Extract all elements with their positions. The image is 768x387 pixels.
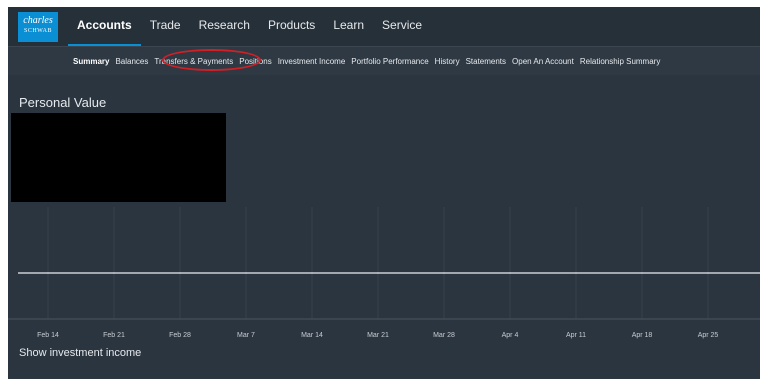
x-tick-label: Mar 14 (301, 332, 323, 339)
data-point (641, 272, 643, 274)
x-tick-label: Feb 14 (37, 332, 59, 339)
nav-item-research[interactable]: Research (190, 7, 259, 46)
subnav-item-balances[interactable]: Balances (112, 57, 151, 66)
data-point (443, 272, 445, 274)
show-investment-income-link[interactable]: Show investment income (19, 347, 141, 359)
nav-item-products[interactable]: Products (259, 7, 324, 46)
subnav-item-open-an-account[interactable]: Open An Account (509, 57, 577, 66)
logo-line1: charles (23, 15, 53, 26)
redacted-block (11, 113, 226, 202)
data-point (47, 272, 49, 274)
nav-item-service[interactable]: Service (373, 7, 431, 46)
page-title: Personal Value (19, 95, 107, 110)
x-tick-label: Apr 18 (632, 332, 653, 339)
sub-navigation: Summary Balances Transfers & Payments Posit… (8, 46, 760, 75)
top-navigation: charles SCHWAB Accounts Trade Research Prod… (8, 7, 760, 46)
data-point (245, 272, 247, 274)
subnav-item-statements[interactable]: Statements (463, 57, 509, 66)
subnav-item-relationship-summary[interactable]: Relationship Summary (577, 57, 663, 66)
x-tick-label: Mar 7 (237, 332, 255, 339)
nav-item-learn[interactable]: Learn (324, 7, 373, 46)
subnav-item-history[interactable]: History (432, 57, 463, 66)
data-point (509, 272, 511, 274)
x-tick-label: Apr 25 (698, 332, 719, 339)
data-point (311, 272, 313, 274)
x-tick-label: Mar 28 (433, 332, 455, 339)
logo-line2: SCHWAB (23, 28, 52, 34)
nav-item-accounts[interactable]: Accounts (68, 7, 141, 46)
personal-value-chart: Feb 14 Feb 21 Feb 28 Mar 7 Mar 14 Mar 21 Mar 2… (8, 207, 760, 339)
data-point (113, 272, 115, 274)
x-tick-label: Mar 21 (367, 332, 389, 339)
data-point (575, 272, 577, 274)
app-window: charles SCHWAB Accounts Trade Research Prod… (8, 7, 760, 379)
subnav-item-investment-income[interactable]: Investment Income (275, 57, 349, 66)
main-nav: Accounts Trade Research Products Learn Servic… (68, 7, 431, 46)
data-point (179, 272, 181, 274)
subnav-item-portfolio-performance[interactable]: Portfolio Performance (348, 57, 431, 66)
schwab-logo[interactable]: charles SCHWAB (18, 12, 58, 42)
x-tick-label: Feb 28 (169, 332, 191, 339)
highlight-circle (162, 49, 261, 71)
x-tick-label: Feb 21 (103, 332, 125, 339)
x-tick-label: Apr 4 (502, 332, 519, 339)
subnav-item-summary[interactable]: Summary (70, 57, 112, 66)
data-point (707, 272, 709, 274)
data-point (377, 272, 379, 274)
sub-nav: Summary Balances Transfers & Payments Posit… (70, 47, 663, 75)
nav-item-trade[interactable]: Trade (141, 7, 190, 46)
x-tick-label: Apr 11 (566, 332, 586, 339)
